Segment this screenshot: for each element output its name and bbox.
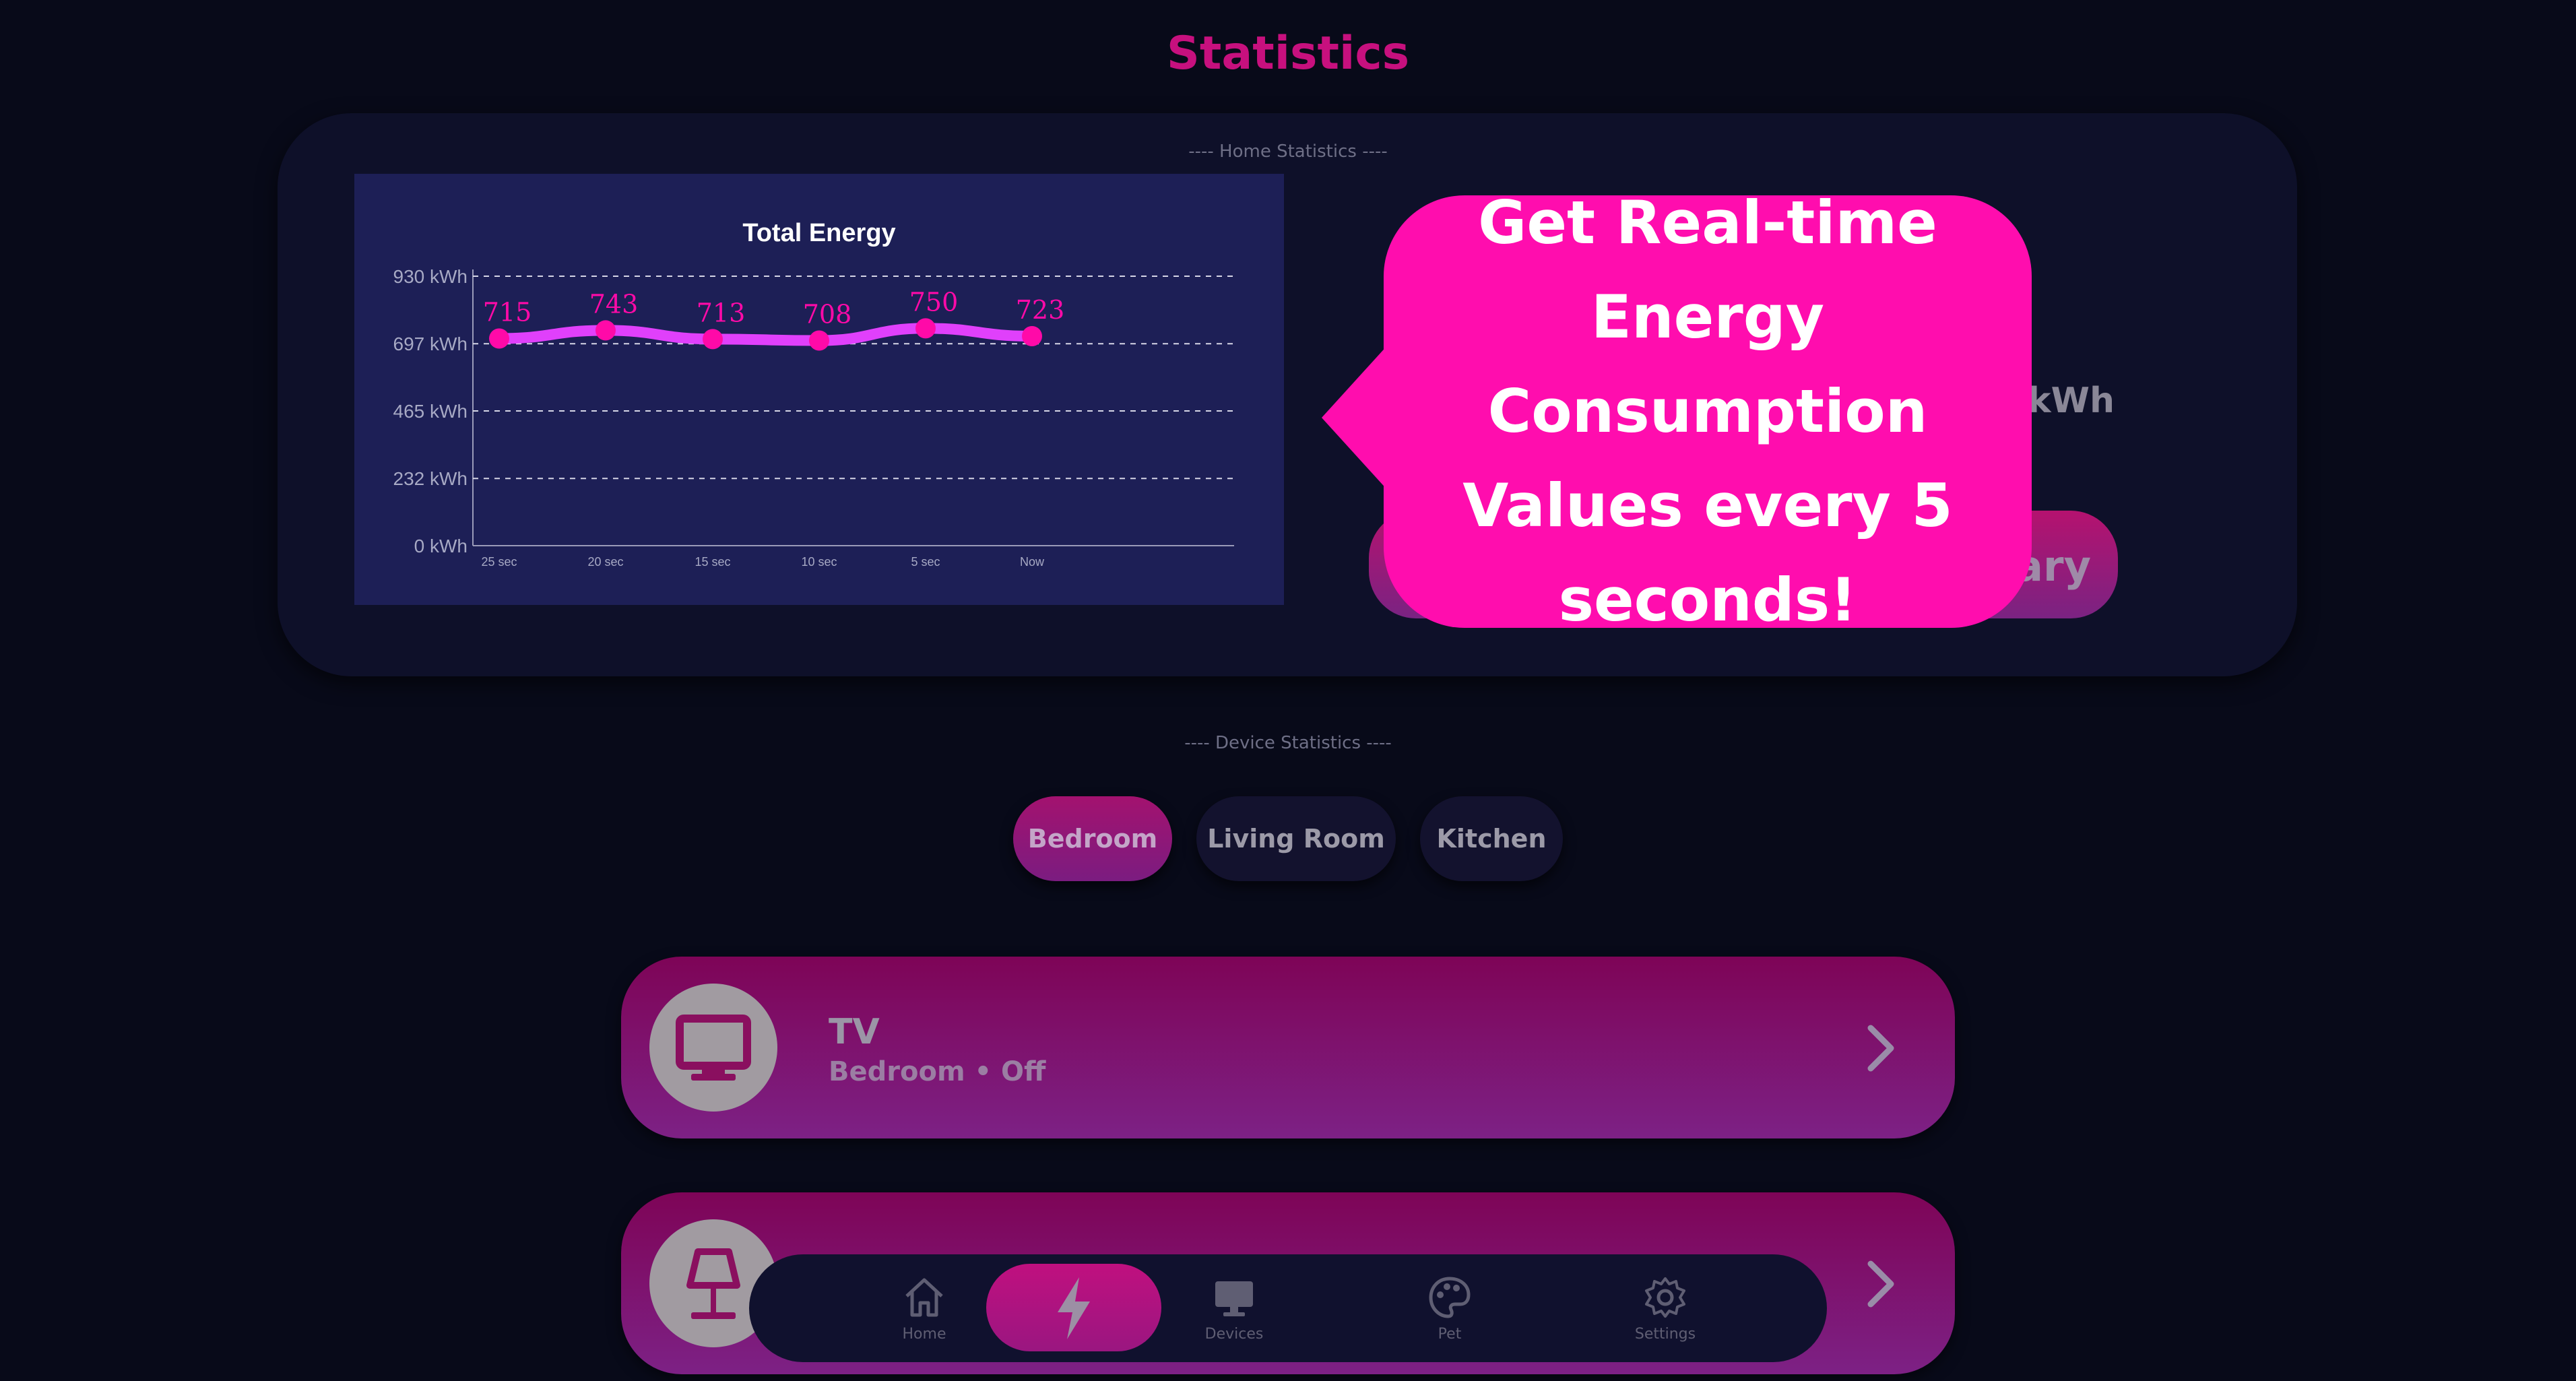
data-point xyxy=(595,320,616,341)
nav-item-devices[interactable]: Devices xyxy=(1167,1254,1301,1362)
data-label: 715 xyxy=(483,297,532,327)
tab-living-room[interactable]: Living Room xyxy=(1196,796,1396,881)
x-tick-label: 10 sec xyxy=(801,555,837,569)
nav-item-pet[interactable]: Pet xyxy=(1382,1254,1517,1362)
x-tick-label: Now xyxy=(1020,555,1045,569)
home-icon xyxy=(905,1278,943,1317)
total-energy-value-unit: kWh xyxy=(2028,381,2115,421)
chart-title: Total Energy xyxy=(742,219,895,247)
device-statistics-label: ---- Device Statistics ---- xyxy=(1184,733,1392,753)
data-point xyxy=(809,330,829,351)
y-tick-label: 232 kWh xyxy=(393,468,468,489)
data-label: 713 xyxy=(697,298,746,327)
nav-item-pet-label: Pet xyxy=(1438,1326,1462,1343)
nav-item-home-label: Home xyxy=(902,1326,946,1343)
data-label: 750 xyxy=(909,287,959,317)
series-line xyxy=(494,323,1037,346)
nav-item-devices-label: Devices xyxy=(1204,1326,1264,1343)
tv-icon xyxy=(676,1015,751,1081)
page-title: Statistics xyxy=(1166,27,1410,80)
total-energy-chart-svg: Total Energy 930 kWh 697 kWh 465 kWh 232 kWh… xyxy=(393,219,1234,569)
device-name: TV xyxy=(829,1012,880,1052)
data-point xyxy=(1022,326,1042,347)
tab-bedroom-label: Bedroom xyxy=(1027,824,1158,854)
realtime-callout-text: Get Real-time Energy Consumption Values … xyxy=(1462,188,1953,635)
tab-living-room-label: Living Room xyxy=(1207,824,1385,854)
tab-kitchen-label: Kitchen xyxy=(1436,824,1547,854)
nav-item-settings[interactable]: Settings xyxy=(1598,1254,1733,1362)
x-tick-label: 5 sec xyxy=(911,555,940,569)
nav-item-settings-label: Settings xyxy=(1634,1326,1696,1343)
device-subtitle: Bedroom • Off xyxy=(829,1056,1046,1087)
y-tick-label: 465 kWh xyxy=(393,401,468,422)
chevron-right-icon[interactable] xyxy=(1861,1021,1901,1075)
y-tick-label: 0 kWh xyxy=(414,536,468,556)
tab-kitchen[interactable]: Kitchen xyxy=(1420,796,1563,881)
tab-bedroom[interactable]: Bedroom xyxy=(1013,796,1172,881)
lightning-icon xyxy=(1058,1277,1090,1339)
palette-icon xyxy=(1429,1277,1471,1318)
bottom-nav-bar: Home Devices Pet Settings xyxy=(749,1254,1827,1362)
callout-tail xyxy=(1322,344,1389,492)
device-icon-background xyxy=(649,984,777,1112)
data-label: 708 xyxy=(803,299,852,329)
x-tick-label: 15 sec xyxy=(695,555,730,569)
data-point xyxy=(915,318,936,339)
nav-item-energy[interactable] xyxy=(1006,1254,1141,1362)
realtime-callout: Get Real-time Energy Consumption Values … xyxy=(1384,188,2032,635)
home-statistics-label: ---- Home Statistics ---- xyxy=(1188,141,1388,162)
x-tick-label: 25 sec xyxy=(481,555,517,569)
total-energy-chart: Total Energy 930 kWh 697 kWh 465 kWh 232 kWh… xyxy=(354,174,1284,605)
device-card-tv[interactable]: TV Bedroom • Off xyxy=(621,957,1955,1138)
data-point xyxy=(489,328,509,349)
gear-icon xyxy=(1645,1277,1685,1318)
data-point xyxy=(703,329,723,350)
x-tick-label: 20 sec xyxy=(587,555,623,569)
nav-item-home[interactable]: Home xyxy=(857,1254,992,1362)
chevron-right-icon[interactable] xyxy=(1861,1257,1901,1311)
monitor-icon xyxy=(1215,1281,1253,1316)
data-label: 723 xyxy=(1016,295,1065,325)
y-tick-label: 930 kWh xyxy=(393,266,468,287)
data-label: 743 xyxy=(589,289,639,319)
y-tick-label: 697 kWh xyxy=(393,333,468,354)
